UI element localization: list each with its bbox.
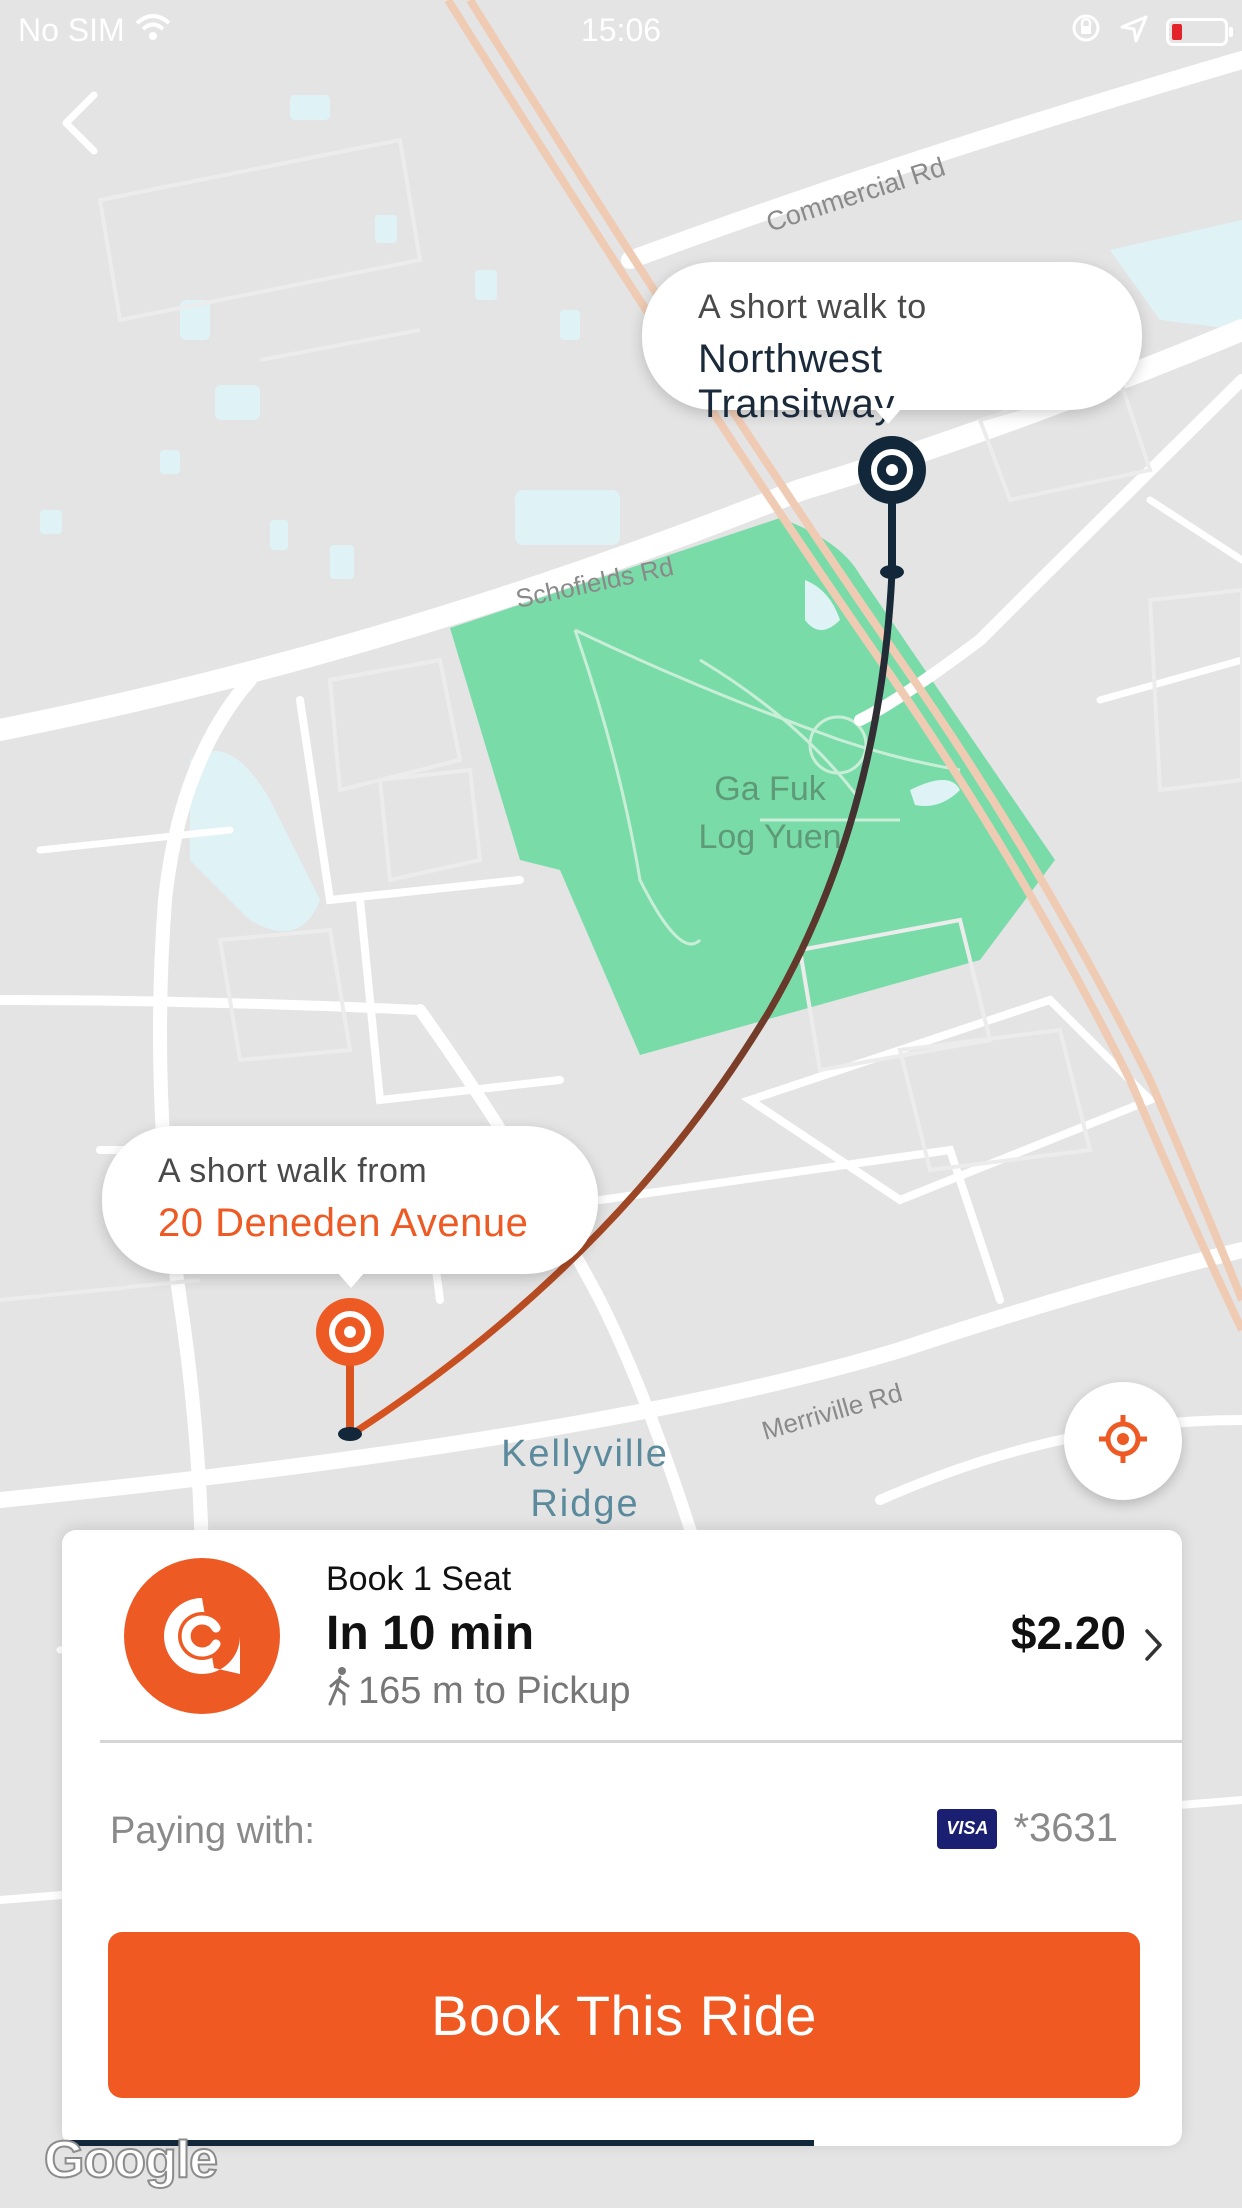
back-button[interactable] bbox=[50, 90, 110, 160]
walk-icon bbox=[326, 1666, 354, 1716]
walk-distance-label: 165 m to Pickup bbox=[358, 1669, 631, 1712]
map-label-suburb-line1: Kellyville bbox=[501, 1433, 669, 1475]
ride-eta: In 10 min bbox=[326, 1607, 535, 1660]
status-bar: No SIM 15:06 bbox=[0, 0, 1242, 60]
chevron-right-icon bbox=[1144, 1628, 1164, 1667]
pickup-callout-line1: A short walk from bbox=[158, 1152, 428, 1190]
card-number: *3631 bbox=[1013, 1806, 1118, 1850]
dropoff-callout-destination: Northwest Transitway bbox=[698, 337, 895, 426]
dropoff-callout-line1: A short walk to bbox=[698, 288, 927, 326]
ride-option-row[interactable]: Book 1 Seat In 10 min 165 m to Pickup $2… bbox=[62, 1530, 1182, 1742]
locate-icon bbox=[1097, 1413, 1149, 1470]
walk-distance: 165 m to Pickup bbox=[326, 1666, 630, 1716]
status-indicators bbox=[1070, 12, 1233, 52]
map-label-park-line1: Ga Fuk bbox=[714, 770, 826, 808]
dropoff-callout: A short walk to Northwest Transitway bbox=[642, 262, 1142, 426]
payment-method[interactable]: VISA *3631 bbox=[937, 1806, 1118, 1851]
status-time: 15:06 bbox=[580, 12, 662, 48]
payment-label: Paying with: bbox=[110, 1810, 315, 1852]
my-location-button[interactable] bbox=[1064, 1382, 1182, 1500]
location-arrow-icon bbox=[1120, 14, 1148, 51]
battery-icon bbox=[1166, 18, 1233, 46]
booking-sheet: Book 1 Seat In 10 min 165 m to Pickup $2… bbox=[62, 1530, 1182, 2146]
seat-label: Book 1 Seat bbox=[326, 1560, 512, 1598]
map-label-park-line2: Log Yuen bbox=[698, 818, 841, 856]
pickup-callout-address: 20 Deneden Avenue bbox=[158, 1201, 529, 1245]
ride-logo-icon bbox=[124, 1558, 280, 1714]
rotation-lock-icon bbox=[1070, 12, 1102, 52]
google-logo: Google bbox=[43, 2130, 219, 2190]
map-label-suburb-line2: Ridge bbox=[530, 1483, 639, 1525]
pickup-callout: A short walk from 20 Deneden Avenue bbox=[102, 1126, 598, 1288]
book-ride-button[interactable]: Book This Ride bbox=[108, 1932, 1140, 2098]
ride-price: $2.20 bbox=[1010, 1607, 1126, 1659]
back-icon bbox=[60, 91, 100, 160]
divider bbox=[100, 1740, 1182, 1743]
visa-card-icon: VISA bbox=[937, 1808, 998, 1849]
